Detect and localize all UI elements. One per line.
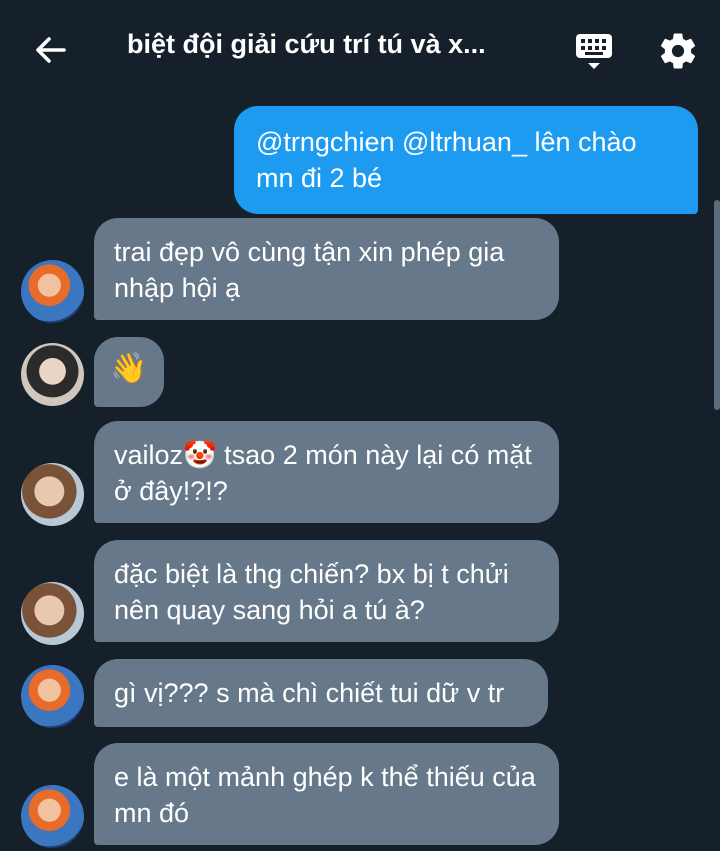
settings-button[interactable] (657, 30, 699, 72)
clown-emoji: 🤡 (183, 440, 217, 470)
incoming-message[interactable]: e là một mảnh ghép k thể thiếu của mn đó (94, 743, 559, 845)
incoming-message[interactable]: vailoz🤡 tsao 2 món này lại có mặt ở đây!… (94, 421, 559, 523)
conversation-header: biệt đội giải cứu trí tú và x... (0, 0, 720, 100)
avatar[interactable] (21, 260, 84, 323)
message-text: vailoz (114, 440, 184, 470)
incoming-message[interactable]: gì vị??? s mà chì chiết tui dữ v tr (94, 659, 548, 727)
avatar[interactable] (21, 582, 84, 645)
avatar[interactable] (21, 463, 84, 526)
back-button[interactable] (30, 30, 70, 70)
avatar[interactable] (21, 665, 84, 728)
incoming-message[interactable]: trai đẹp vô cùng tận xin phép gia nhập h… (94, 218, 559, 320)
incoming-message[interactable]: 👋 (94, 337, 164, 407)
gear-icon (660, 33, 696, 69)
keyboard-button[interactable] (574, 30, 614, 72)
waving-hand-emoji: 👋 (110, 352, 148, 385)
outgoing-message[interactable]: @trngchien @ltrhuan_ lên chào mn đi 2 bé (234, 106, 698, 214)
back-arrow-icon (36, 37, 66, 63)
avatar[interactable] (21, 343, 84, 406)
incoming-message[interactable]: đặc biệt là thg chiến? bx bị t chửi nên … (94, 540, 559, 642)
avatar[interactable] (21, 785, 84, 848)
conversation-title[interactable]: biệt đội giải cứu trí tú và x... (127, 29, 527, 60)
keyboard-icon (576, 34, 612, 69)
scrollbar[interactable] (714, 200, 720, 410)
